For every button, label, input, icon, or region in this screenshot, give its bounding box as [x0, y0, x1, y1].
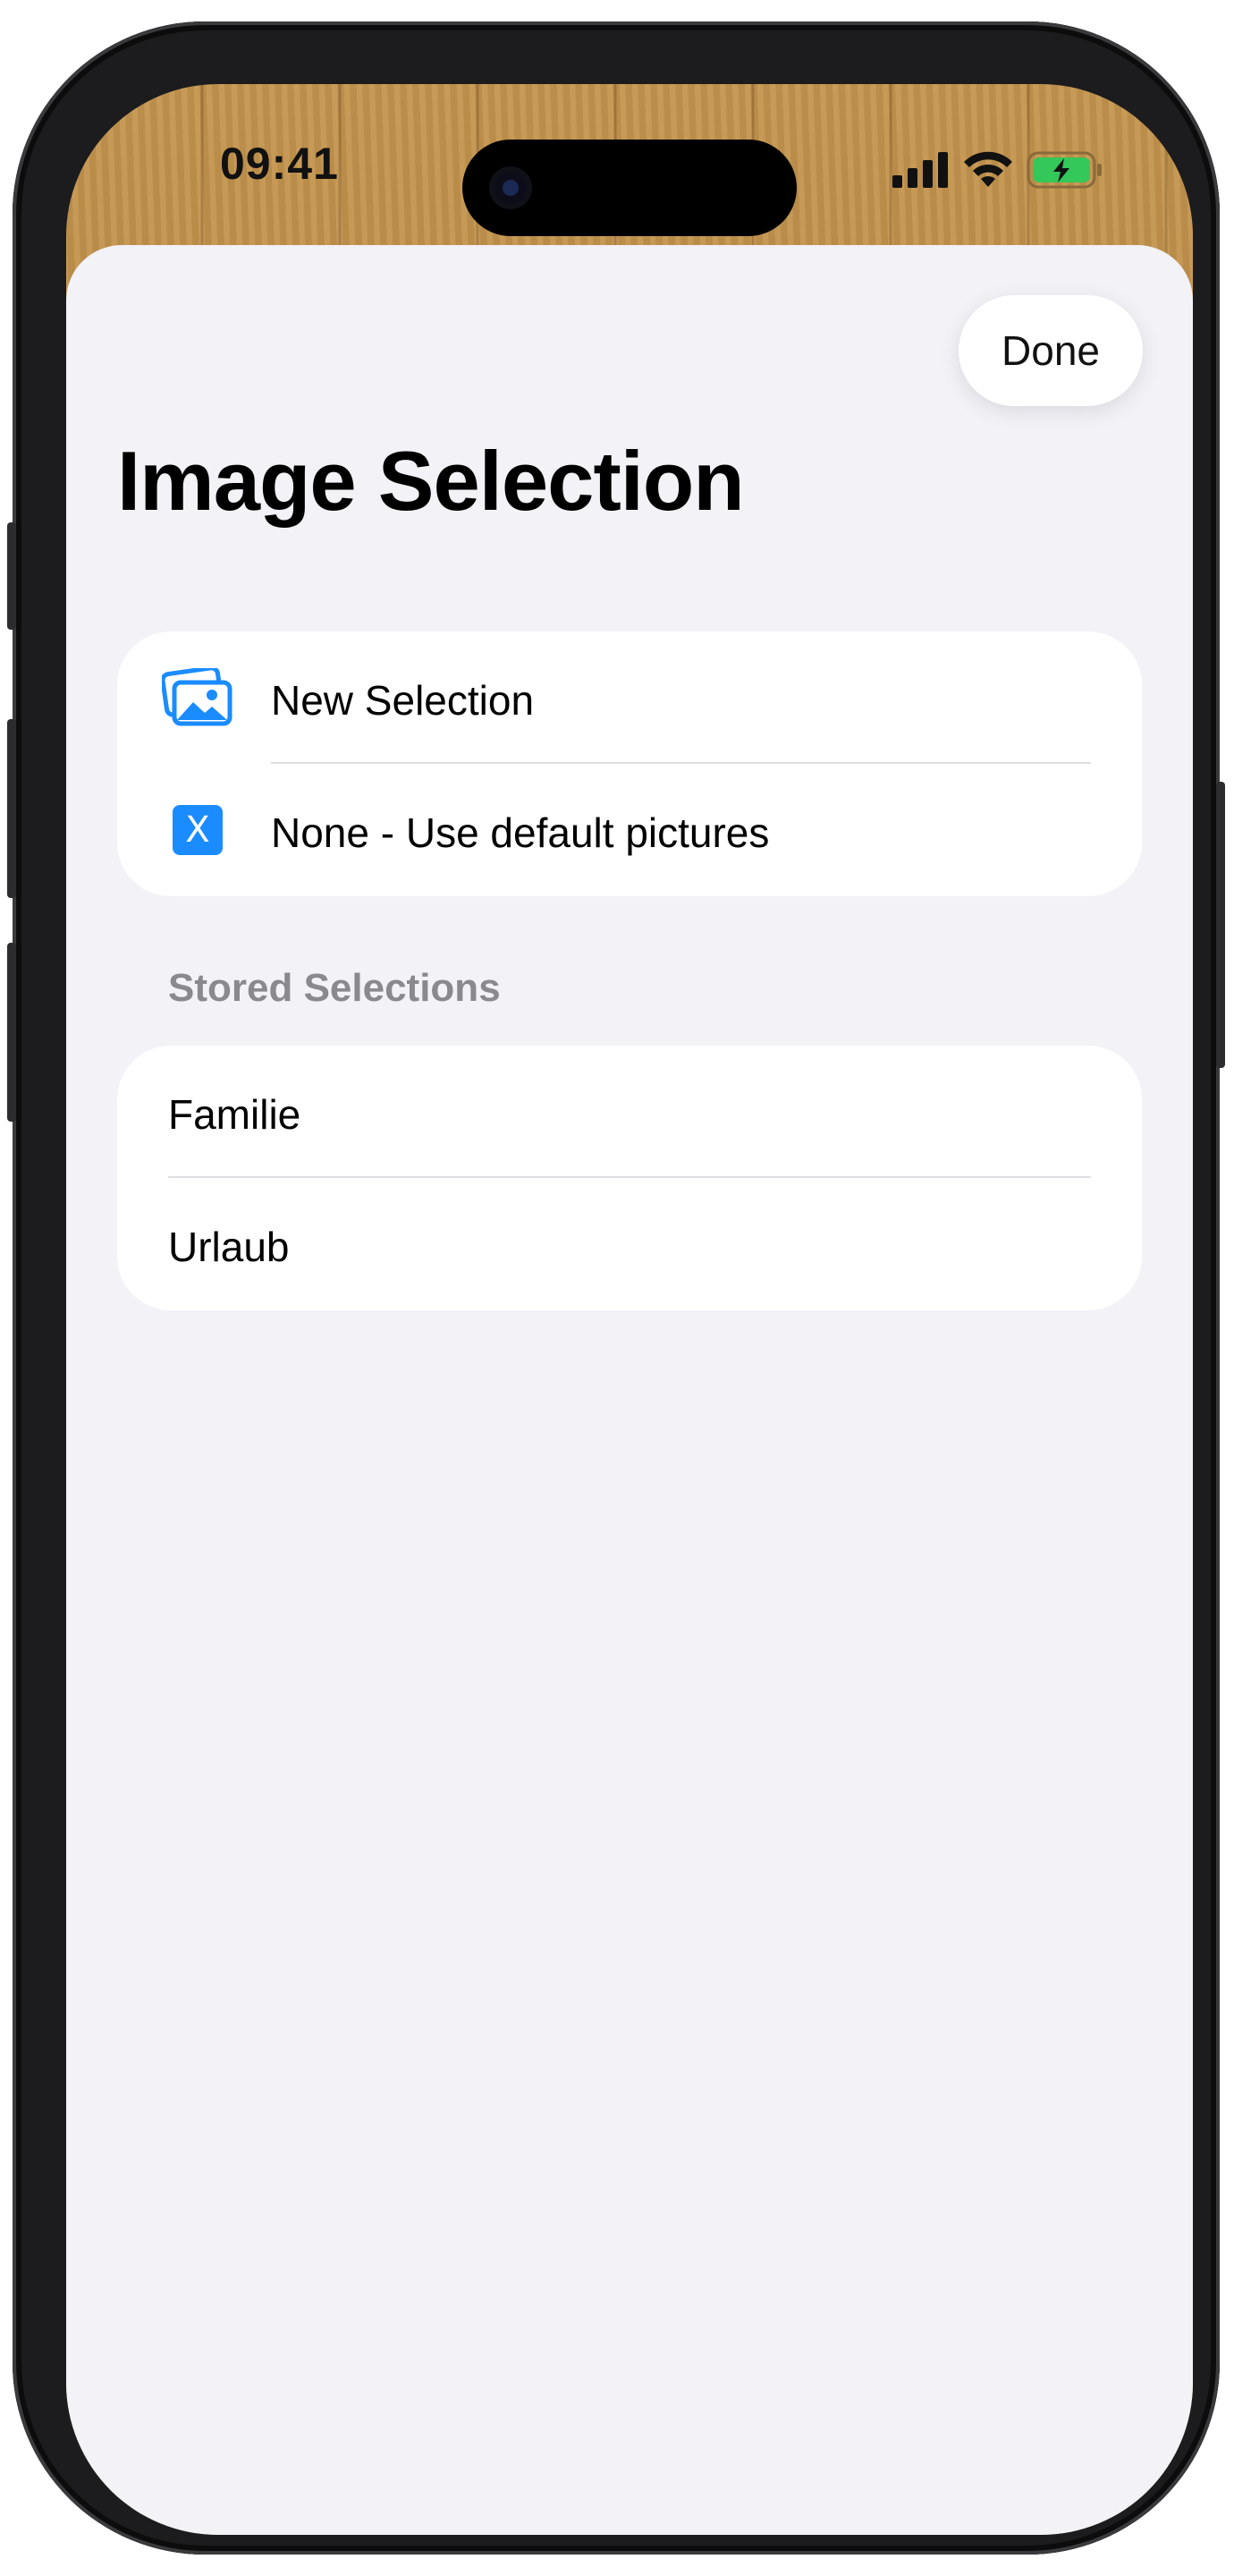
use-default-pictures-label: None - Use default pictures — [271, 809, 770, 856]
done-button[interactable]: Done — [959, 295, 1143, 406]
actions-group: New Selection X None - Use default pictu… — [117, 631, 1142, 896]
use-default-pictures-row[interactable]: X None - Use default pictures — [117, 764, 1142, 896]
wifi-icon — [964, 151, 1012, 187]
volume-down-button — [7, 943, 16, 1122]
side-button — [1216, 782, 1225, 1068]
modal-sheet: Done Image Selection New Selection X Non… — [66, 245, 1193, 2535]
new-selection-label: New Selection — [271, 677, 535, 724]
battery-charging-icon — [1027, 151, 1102, 189]
camera-icon — [489, 166, 532, 209]
new-selection-row[interactable]: New Selection — [117, 631, 1142, 764]
status-bar: 09:41 — [66, 84, 1193, 236]
stored-selection-label: Urlaub — [168, 1224, 290, 1270]
x-box-glyph: X — [173, 805, 223, 855]
device-frame: 09:41 Done Image Selection New Selection… — [7, 21, 1225, 2555]
screen: 09:41 Done Image Selection New Selection… — [66, 84, 1193, 2535]
x-box-icon: X — [162, 798, 233, 862]
status-icons — [892, 148, 1103, 191]
photos-icon — [162, 665, 233, 730]
cellular-signal-icon — [892, 152, 948, 188]
status-time: 09:41 — [220, 139, 339, 189]
action-button — [7, 522, 16, 630]
stored-selection-row[interactable]: Urlaub — [117, 1178, 1142, 1310]
stored-selection-row[interactable]: Familie — [117, 1046, 1142, 1178]
stored-selections-group: Familie Urlaub — [117, 1046, 1142, 1310]
page-title: Image Selection — [117, 434, 745, 528]
stored-selections-header: Stored Selections — [168, 966, 501, 1010]
stored-selection-label: Familie — [168, 1091, 301, 1138]
volume-up-button — [7, 719, 16, 898]
dynamic-island — [462, 140, 797, 236]
